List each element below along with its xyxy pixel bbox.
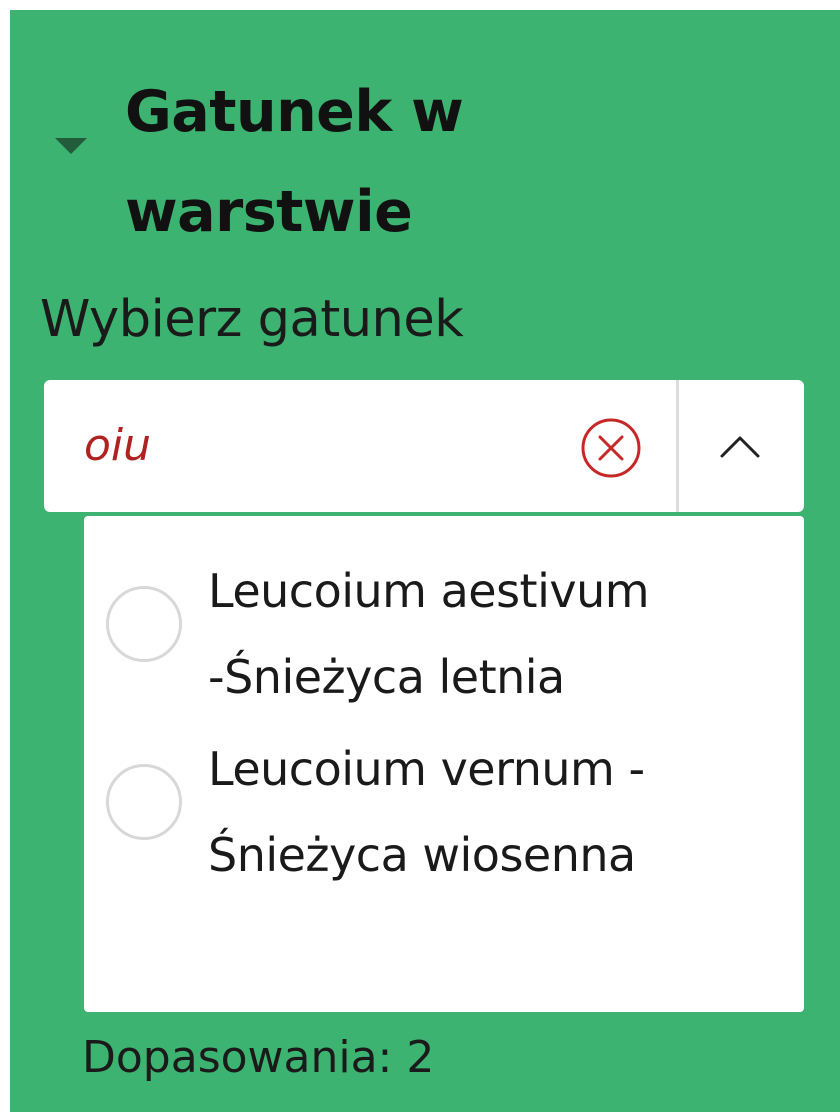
species-field-label: Wybierz gatunek (40, 290, 464, 349)
radio-button[interactable] (106, 764, 182, 840)
radio-button[interactable] (106, 586, 182, 662)
species-combobox[interactable]: oiu (44, 380, 804, 512)
option-label: Leucoium vernum - Śnieżyca wiosenna (208, 742, 645, 882)
section-title: Gatunek w warstwie (125, 79, 464, 245)
filter-panel: Gatunek w warstwie Wybierz gatunek oiu L… (10, 10, 840, 1112)
species-search-input[interactable]: oiu (84, 420, 151, 471)
match-count: Dopasowania: 2 (82, 1032, 435, 1083)
clear-icon[interactable] (579, 416, 643, 480)
chevron-up-icon (720, 436, 760, 458)
list-item[interactable]: Leucoium aestivum -Śnieżyca letnia (84, 516, 804, 704)
section-header[interactable]: Gatunek w warstwie (10, 10, 840, 260)
list-item[interactable]: Leucoium vernum - Śnieżyca wiosenna (84, 694, 804, 882)
dropdown-toggle-button[interactable] (680, 380, 804, 512)
combobox-divider (676, 380, 679, 512)
species-dropdown-list: Leucoium aestivum -Śnieżyca letnia Leuco… (84, 516, 804, 1012)
caret-down-icon[interactable] (55, 138, 87, 154)
